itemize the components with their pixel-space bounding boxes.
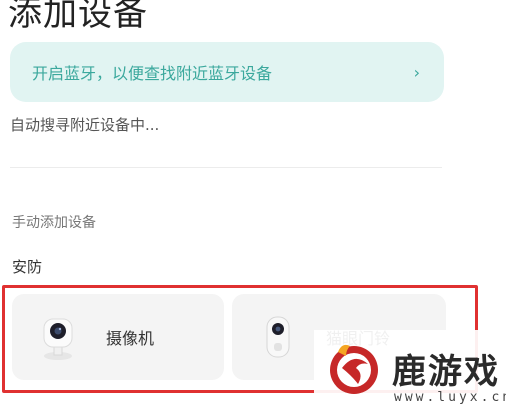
searching-status: 自动搜寻附近设备中... — [10, 116, 160, 134]
bluetooth-banner[interactable]: 开启蓝牙，以便查找附近蓝牙设备 › — [10, 42, 444, 102]
watermark-logo-icon — [324, 338, 384, 398]
chevron-right-icon: › — [413, 62, 420, 82]
category-label-security: 安防 — [12, 258, 43, 276]
divider — [10, 167, 442, 168]
watermark-url: www.luyx.cn — [394, 390, 506, 405]
watermark: 鹿游戏 www.luyx.cn — [314, 330, 506, 409]
bluetooth-banner-text: 开启蓝牙，以便查找附近蓝牙设备 — [32, 64, 273, 83]
watermark-name: 鹿游戏 — [392, 352, 500, 392]
manual-add-section-label: 手动添加设备 — [12, 215, 96, 231]
page-title: 添加设备 — [8, 0, 148, 34]
